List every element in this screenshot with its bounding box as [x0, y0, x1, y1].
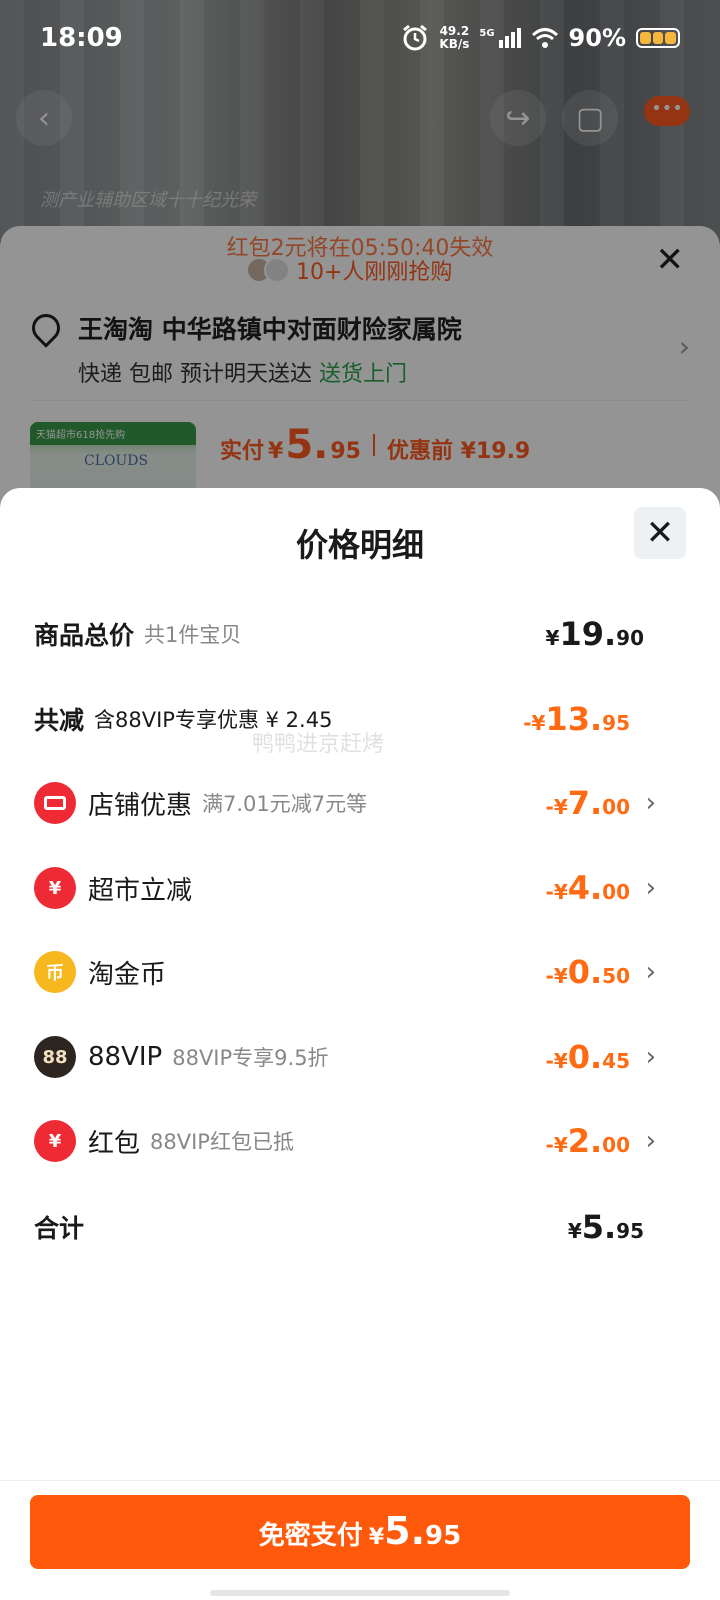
- row-sub: 88VIP红包已抵: [150, 1130, 294, 1154]
- signal-icon: 5G: [479, 28, 521, 48]
- chevron-right-icon: ›: [645, 873, 656, 903]
- row-sub: 含88VIP专享优惠 ¥ 2.45: [94, 708, 333, 732]
- chevron-right-icon: ›: [645, 788, 656, 818]
- battery-icon: [636, 28, 680, 48]
- pay-currency: ¥: [368, 1525, 385, 1550]
- row-sub: 满7.01元减7元等: [202, 792, 368, 816]
- pay-label: 免密支付: [258, 1521, 363, 1551]
- net-speed-unit: KB/s: [439, 37, 470, 51]
- row-supermarket-discount[interactable]: ¥ 超市立减 -¥ 4. 00 ›: [34, 864, 656, 912]
- row-amount: -¥ 0. 50: [545, 953, 630, 991]
- net-speed: 49.2 KB/s: [439, 25, 469, 51]
- pay-bar: 免密支付 ¥ 5. 95: [0, 1480, 720, 1600]
- modal-title: 价格明细: [295, 526, 424, 564]
- row-amount: -¥ 0. 45: [545, 1038, 630, 1076]
- row-label: 店铺优惠: [88, 790, 193, 821]
- chevron-right-icon: ›: [645, 957, 656, 987]
- row-amount: ¥19. 90: [545, 615, 644, 653]
- home-indicator[interactable]: [210, 1590, 510, 1596]
- vip88-icon: 88: [34, 1036, 76, 1078]
- chevron-right-icon: ›: [645, 1042, 656, 1072]
- password-free-pay-button[interactable]: 免密支付 ¥ 5. 95: [30, 1495, 690, 1569]
- row-amount: -¥ 13. 95: [523, 700, 630, 738]
- status-bar: 18:09 49.2 KB/s 5G 90%: [0, 0, 720, 76]
- price-detail-modal: 价格明细 ✕ 鸭鸭进京赶烤 商品总价 共1件宝贝 ¥19. 90 共减 含88VI…: [0, 488, 720, 1600]
- row-sub: 88VIP专享9.5折: [172, 1046, 329, 1070]
- row-taojinbi[interactable]: 币 淘金币 -¥ 0. 50 ›: [34, 948, 656, 996]
- row-shop-discount[interactable]: 店铺优惠 满7.01元减7元等 -¥ 7. 00 ›: [34, 779, 656, 827]
- alarm-icon: [403, 24, 428, 51]
- wifi-icon: [531, 28, 558, 48]
- chevron-right-icon: ›: [645, 1126, 656, 1156]
- row-label: 商品总价: [34, 621, 135, 650]
- battery-percent: 90%: [568, 24, 626, 52]
- row-label: 合计: [34, 1214, 85, 1243]
- status-icons: 49.2 KB/s 5G 90%: [401, 24, 680, 52]
- row-label: 共减: [34, 706, 85, 735]
- row-sub: 共1件宝贝: [144, 623, 242, 647]
- row-red-envelope[interactable]: ¥ 红包 88VIP红包已抵 -¥ 2. 00 ›: [34, 1117, 656, 1165]
- row-label: 88VIP: [88, 1042, 163, 1072]
- status-time: 18:09: [40, 23, 123, 53]
- row-label: 红包: [88, 1128, 141, 1159]
- discount-yuan-icon: ¥: [34, 867, 76, 909]
- pay-amount-int: 5.: [384, 1509, 426, 1553]
- row-total-discount: 共减 含88VIP专享优惠 ¥ 2.45 -¥ 13. 95: [34, 695, 656, 743]
- row-label: 超市立减: [88, 875, 193, 906]
- row-goods-total: 商品总价 共1件宝贝 ¥19. 90: [34, 610, 656, 658]
- modal-close-button[interactable]: ✕: [634, 507, 686, 559]
- row-88vip[interactable]: 88 88VIP 88VIP专享9.5折 -¥ 0. 45 ›: [34, 1033, 656, 1081]
- red-envelope-icon: ¥: [34, 1120, 76, 1162]
- row-amount: -¥ 7. 00: [545, 784, 630, 822]
- coin-icon: 币: [34, 951, 76, 993]
- row-amount: -¥ 2. 00: [545, 1122, 630, 1160]
- pay-amount-dec: 95: [425, 1521, 462, 1551]
- row-label: 淘金币: [88, 959, 167, 990]
- shop-icon: [34, 782, 76, 824]
- row-grand-total: 合计 ¥5. 95: [34, 1203, 656, 1251]
- row-amount: -¥ 4. 00: [545, 869, 630, 907]
- row-amount: ¥5. 95: [567, 1208, 644, 1246]
